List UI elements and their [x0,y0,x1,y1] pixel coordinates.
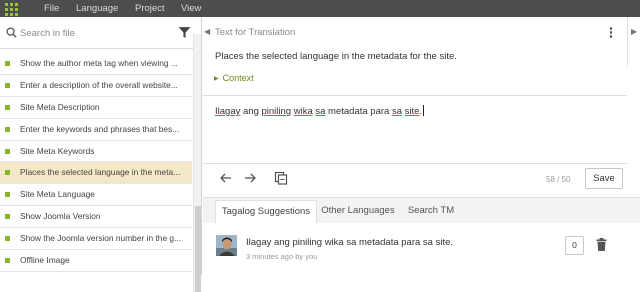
translation-textarea[interactable]: Ilagay ang piniling wika sa metadata par… [215,105,425,117]
chevron-left-icon: ◀ [204,27,211,36]
list-item-label: Site Meta Language [20,189,95,200]
menu-project[interactable]: Project [135,1,165,16]
search-icon [6,27,17,38]
list-item-label: Site Meta Description [20,101,100,112]
top-menu-bar: File Language Project View [0,0,640,17]
divider [203,163,627,164]
list-item-label: Show Joomla Version [20,211,101,222]
save-button[interactable]: Save [585,168,623,189]
search-input[interactable] [20,25,170,41]
collapse-sidebar-handle[interactable]: ◀ [203,17,211,275]
status-dot [5,104,10,110]
status-dot [5,148,10,154]
status-dot [5,82,10,88]
context-toggle[interactable]: ▶ Context [214,73,254,83]
status-dot [5,236,10,242]
list-scrollbar[interactable] [193,34,201,292]
list-item[interactable]: Site Meta Language [0,184,192,207]
status-dot [5,61,10,66]
translation-text: . [419,106,423,117]
list-item-label: Site Meta Keywords [20,145,95,156]
chevron-right-icon: ▶ [631,27,638,36]
tab-other-languages[interactable]: Other Languages [318,200,398,223]
translation-text: metadata para [325,106,392,117]
suggestion-meta: 3 minutes ago by you [246,252,318,261]
menu-file[interactable]: File [44,1,59,16]
scrollbar-thumb[interactable] [195,206,201,292]
list-item-label: Show the author meta tag when viewing ..… [20,58,178,68]
translation-word: sa [315,106,326,117]
translation-word: site [404,106,420,117]
apps-grid-icon[interactable] [3,1,18,16]
menu-view[interactable]: View [181,1,201,16]
status-dot [5,126,10,132]
trash-icon[interactable] [596,238,607,251]
context-label: Context [222,73,254,83]
list-item-selected[interactable]: Places the selected language in the meta… [0,162,192,185]
list-item-label: Show the Joomla version number in the g.… [20,233,182,244]
tab-tagalog-suggestions[interactable]: Tagalog Suggestions [215,200,317,223]
list-item[interactable]: Offline Image [0,250,192,272]
translation-word: sa [391,106,403,117]
character-count: 58 / 50 [546,175,571,184]
list-item[interactable]: Show Joomla Version [0,206,192,229]
caret-right-icon: ▶ [214,76,219,82]
list-item[interactable]: Enter the keywords and phrases that bes.… [0,119,192,141]
suggestion-text[interactable]: Ilagay ang piniling wika sa metadata par… [246,237,453,248]
tab-search-tm[interactable]: Search TM [403,200,459,223]
divider [203,95,627,96]
list-item-label: Places the selected language in the meta… [20,167,181,178]
list-item-label: Enter the keywords and phrases that bes.… [20,123,180,134]
string-list-sidebar: Show the author meta tag when viewing ..… [0,17,202,292]
list-item[interactable]: Site Meta Description [0,97,192,119]
list-item-label: Enter a description of the overall websi… [20,79,178,90]
status-dot [5,170,10,176]
filter-icon[interactable] [178,26,191,39]
status-dot [5,192,10,198]
menu-language[interactable]: Language [76,1,118,16]
list-item-label: Offline Image [20,255,70,266]
translation-word: wika [293,106,313,117]
translation-word: ang [243,106,259,117]
search-bar [0,17,202,49]
source-text: Places the selected language in the meta… [215,51,457,62]
source-label: Text for Translation [215,27,296,38]
list-item[interactable]: Show the Joomla version number in the g.… [0,228,192,251]
expand-panel-handle[interactable]: ▶ [627,17,640,67]
list-item[interactable]: Show the author meta tag when viewing ..… [0,53,192,75]
status-dot [5,258,10,264]
list-item[interactable]: Enter a description of the overall websi… [0,75,192,97]
more-options-icon[interactable] [607,27,615,41]
arrow-left-icon[interactable] [219,171,233,185]
string-list: Show the author meta tag when viewing ..… [0,53,192,272]
status-dot [5,214,10,220]
translation-word: Ilagay [215,106,241,117]
avatar [216,235,237,256]
translation-word: piniling [261,106,292,117]
text-caret [423,105,425,116]
copy-source-icon[interactable] [274,171,288,185]
vote-count[interactable]: 0 [565,236,584,255]
arrow-right-icon[interactable] [243,171,257,185]
list-item[interactable]: Site Meta Keywords [0,141,192,163]
